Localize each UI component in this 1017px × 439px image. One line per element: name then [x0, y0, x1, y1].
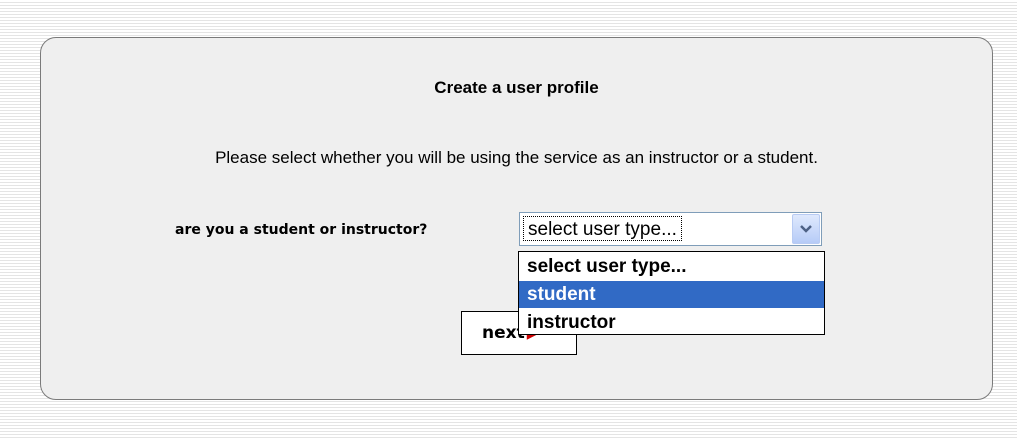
instructions-text: Please select whether you will be using … — [215, 148, 818, 167]
option-instructor[interactable]: instructor — [519, 309, 824, 336]
user-type-select[interactable]: select user type... — [519, 212, 822, 246]
user-type-select-value: select user type... — [523, 216, 682, 241]
user-type-dropdown-list: select user type... student instructor — [518, 251, 825, 335]
page-title: Create a user profile — [434, 78, 599, 97]
profile-panel: Create a user profile Please select whet… — [40, 37, 993, 400]
user-type-label: are you a student or instructor? — [175, 222, 428, 238]
chevron-down-icon[interactable] — [792, 214, 820, 244]
option-student[interactable]: student — [519, 281, 824, 308]
option-select-user-type[interactable]: select user type... — [519, 253, 824, 280]
